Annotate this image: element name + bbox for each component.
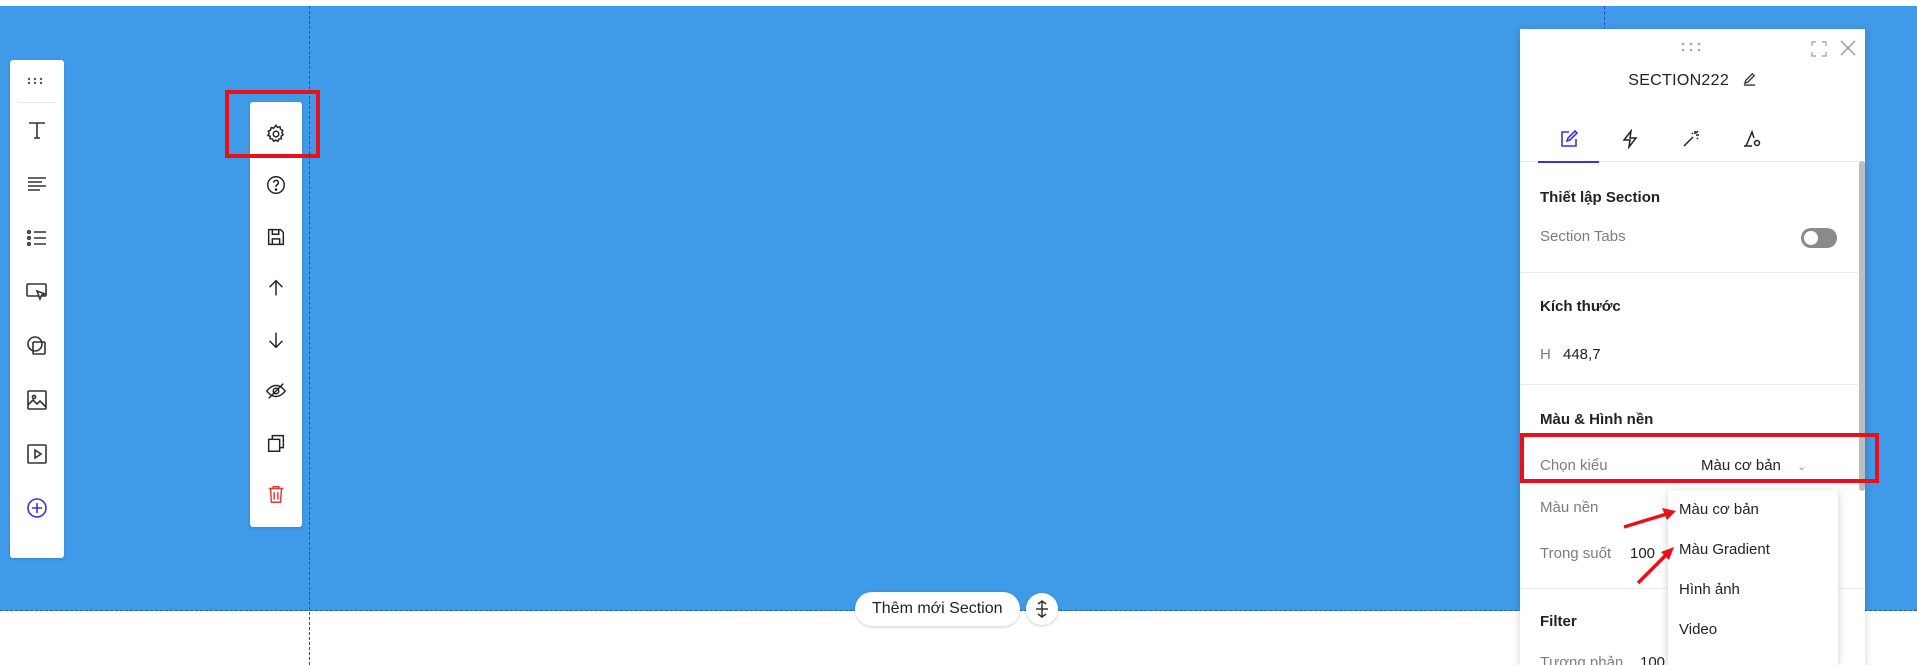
element-toolbar	[10, 60, 64, 558]
panel-drag-icon[interactable]	[1680, 39, 1702, 57]
save-section-button[interactable]	[250, 211, 302, 263]
tab-effects[interactable]	[1660, 117, 1721, 161]
paragraph-icon	[28, 177, 46, 191]
section-setup-title: Thiết lập Section	[1540, 189, 1661, 206]
annotation-arrow	[1623, 508, 1676, 529]
video-tool[interactable]	[10, 427, 64, 481]
button-tool[interactable]	[10, 265, 64, 319]
delete-section-button[interactable]	[250, 469, 302, 521]
contrast-label: Tương phản	[1540, 654, 1624, 665]
height-input[interactable]: 448,7	[1563, 346, 1601, 363]
text-icon	[29, 122, 45, 139]
option-basic-color[interactable]: Màu cơ bản	[1668, 490, 1838, 530]
paragraph-tool[interactable]	[10, 157, 64, 211]
background-color-label: Màu nền	[1540, 499, 1599, 516]
tab-design[interactable]	[1538, 117, 1599, 163]
image-tool[interactable]	[10, 373, 64, 427]
filter-title: Filter	[1540, 613, 1577, 630]
move-down-button[interactable]	[250, 314, 302, 366]
hide-section-button[interactable]	[250, 366, 302, 418]
resize-section-button[interactable]	[1026, 593, 1058, 625]
arrow-up-icon	[269, 279, 283, 296]
section-toolbar	[250, 102, 302, 527]
add-section-button[interactable]: Thêm mới Section	[855, 592, 1020, 626]
lightning-icon	[1621, 129, 1638, 149]
shape-icon	[27, 336, 46, 355]
panel-header: SECTION222	[1520, 29, 1865, 163]
button-icon	[26, 283, 48, 302]
resize-vertical-icon	[1036, 600, 1048, 618]
text-tool[interactable]	[10, 103, 64, 157]
close-icon[interactable]	[1839, 39, 1857, 62]
image-icon	[27, 390, 47, 410]
option-video[interactable]: Video	[1668, 610, 1838, 650]
background-type-dropdown: Màu cơ bản Màu Gradient Hình ảnh Video	[1668, 490, 1838, 665]
contrast-input[interactable]: 100	[1640, 654, 1665, 665]
rename-pencil-icon[interactable]	[1742, 71, 1757, 91]
hide-icon	[265, 383, 287, 400]
tab-events[interactable]	[1599, 117, 1660, 161]
color-background-title: Màu & Hình nền	[1540, 411, 1654, 428]
add-element-tool[interactable]	[10, 481, 64, 535]
height-label: H	[1540, 346, 1551, 363]
magic-icon	[1682, 130, 1699, 147]
shape-tool[interactable]	[10, 319, 64, 373]
annotation-arrow	[1636, 547, 1674, 585]
edit-icon	[1560, 129, 1578, 147]
option-gradient[interactable]: Màu Gradient	[1668, 530, 1838, 570]
size-title: Kích thước	[1540, 298, 1621, 315]
tab-advanced[interactable]	[1721, 117, 1782, 161]
expand-icon[interactable]	[1811, 41, 1827, 62]
help-button[interactable]	[250, 160, 302, 212]
panel-title: SECTION222	[1520, 71, 1865, 91]
opacity-label: Trong suốt	[1540, 545, 1612, 562]
option-image[interactable]: Hình ảnh	[1668, 570, 1838, 610]
add-icon	[27, 498, 47, 518]
list-icon	[26, 229, 46, 247]
drag-handle-icon[interactable]	[18, 60, 56, 103]
section-name: SECTION222	[1628, 72, 1730, 90]
list-tool[interactable]	[10, 211, 64, 265]
size-group: Kích thước H 448,7	[1520, 273, 1865, 385]
section-tabs-toggle[interactable]	[1801, 228, 1837, 248]
section-tabs-label: Section Tabs	[1540, 228, 1626, 245]
save-icon	[267, 228, 285, 245]
highlight-gear-box	[225, 90, 320, 158]
move-up-button[interactable]	[250, 263, 302, 315]
settings-icon	[1743, 129, 1760, 147]
help-icon	[267, 176, 285, 195]
panel-tabs	[1538, 117, 1782, 163]
duplicate-section-button[interactable]	[250, 417, 302, 469]
arrow-down-icon	[269, 332, 283, 349]
highlight-choose-type-box	[1520, 433, 1879, 483]
section-setup-group: Thiết lập Section Section Tabs	[1520, 162, 1865, 273]
duplicate-icon	[267, 434, 285, 452]
trash-icon	[268, 486, 284, 504]
video-icon	[27, 444, 47, 464]
